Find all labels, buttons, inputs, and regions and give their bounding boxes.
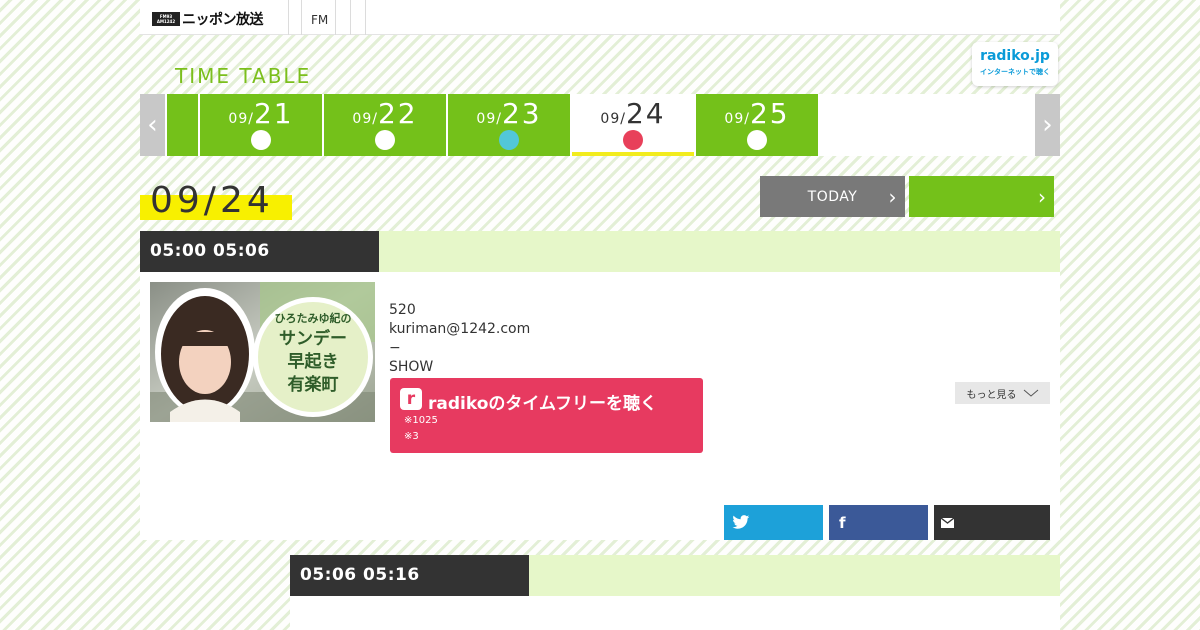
current-date-heading: 09/24 — [150, 180, 274, 221]
thumbnail-text: サンデー — [279, 328, 347, 349]
date-tab-month: 09/ — [724, 111, 750, 127]
radiko-badge-sub: インターネットで聴く — [980, 68, 1050, 76]
site-header: FM93 AM1242 ニッポン放送 FM — [140, 0, 1060, 35]
status-dot-icon — [623, 130, 643, 150]
chevron-right-icon: › — [888, 185, 897, 209]
program-email[interactable]: kuriman@1242.com — [389, 321, 530, 337]
date-tab-0925[interactable]: 09/25 — [696, 94, 818, 156]
station-logo[interactable]: FM93 AM1242 ニッポン放送 — [152, 10, 264, 28]
chevron-down-icon — [1023, 389, 1038, 397]
thumbnail-text: 有楽町 — [288, 374, 339, 395]
prev-week-button[interactable]: ‹ — [140, 94, 165, 156]
twitter-share-button[interactable] — [724, 505, 823, 540]
nav-divider — [288, 0, 289, 35]
page-title: TIME TABLE — [175, 64, 312, 88]
twitter-icon — [732, 515, 750, 529]
more-button[interactable]: もっと見る — [955, 382, 1050, 404]
facebook-icon: f — [839, 513, 846, 532]
status-dot-icon — [499, 130, 519, 150]
today-button-label: TODAY — [807, 188, 858, 205]
program-info-line: SHOW — [389, 359, 434, 375]
logo-text: ニッポン放送 — [182, 12, 264, 28]
nav-divider — [335, 0, 336, 35]
program-info-line: − — [389, 340, 401, 356]
chevron-right-icon: › — [1042, 110, 1053, 140]
status-dot-icon — [747, 130, 767, 150]
program-time: 05:00 05:06 — [140, 231, 379, 272]
thumbnail-text: ひろたみゆ紀の — [275, 311, 352, 325]
date-tab-month: 09/ — [352, 111, 378, 127]
mail-share-button[interactable] — [934, 505, 1050, 540]
date-tab-day: 23 — [501, 97, 542, 130]
date-tab-0923[interactable]: 09/23 — [448, 94, 570, 156]
date-tab-month: 09/ — [600, 111, 626, 127]
date-tab-month: 09/ — [228, 111, 254, 127]
date-tab-day: 24 — [625, 97, 666, 130]
date-tab-prev[interactable] — [167, 94, 198, 156]
mail-icon — [941, 517, 954, 528]
today-button[interactable]: TODAY › — [760, 176, 905, 217]
nav-item-fm[interactable]: FM — [311, 13, 328, 27]
nav-divider — [301, 0, 302, 35]
nav-divider — [365, 0, 366, 35]
status-dot-icon — [375, 130, 395, 150]
logo-badge: FM93 AM1242 — [152, 12, 180, 26]
next-week-button[interactable]: › — [1035, 94, 1060, 156]
logo-badge-bottom: AM1242 — [156, 19, 176, 24]
radiko-note: ※3 — [404, 431, 419, 442]
facebook-share-button[interactable]: f — [829, 505, 928, 540]
nav-divider — [350, 0, 351, 35]
date-tab-0924[interactable]: 09/24 — [572, 94, 694, 156]
next-day-button[interactable]: › — [909, 176, 1054, 217]
date-tab-day: 22 — [377, 97, 418, 130]
radiko-icon: r — [400, 388, 422, 410]
chevron-right-icon: › — [1038, 185, 1046, 209]
thumbnail-text: 早起き — [288, 351, 339, 372]
radiko-badge-main: radiko.jp — [980, 48, 1050, 64]
program-info-line: 520 — [389, 302, 416, 318]
radiko-button-label: radikoのタイムフリーを聴く — [428, 394, 658, 414]
chevron-left-icon: ‹ — [147, 110, 158, 140]
date-tab-day: 25 — [749, 97, 790, 130]
date-tab-month: 09/ — [476, 111, 502, 127]
radiko-badge[interactable]: radiko.jp インターネットで聴く — [972, 42, 1058, 86]
program-card — [290, 596, 1060, 630]
date-tab-0921[interactable]: 09/21 — [200, 94, 322, 156]
radiko-timefree-button[interactable]: r radikoのタイムフリーを聴く ※1025 ※3 — [390, 378, 703, 453]
radiko-note: ※1025 — [404, 415, 438, 426]
program-time: 05:06 05:16 — [290, 555, 529, 596]
more-button-label: もっと見る — [966, 389, 1017, 401]
date-tab-0922[interactable]: 09/22 — [324, 94, 446, 156]
status-dot-icon — [251, 130, 271, 150]
date-tab-day: 21 — [253, 97, 294, 130]
program-thumbnail[interactable]: ひろたみゆ紀の サンデー 早起き 有楽町 — [150, 282, 375, 422]
